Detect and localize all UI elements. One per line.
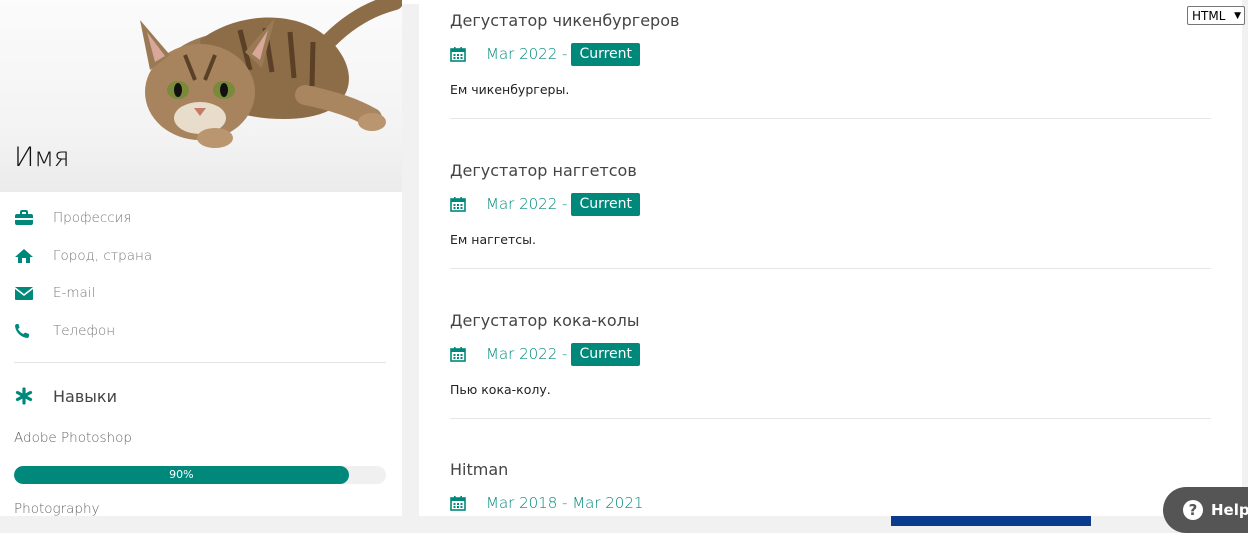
- job-title: Дегустатор кока-колы: [450, 311, 640, 330]
- format-select-value: HTML: [1192, 8, 1226, 23]
- experience-card: Дегустатор чикенбургеров Mar 2022 - Curr…: [419, 0, 1242, 516]
- job-description: Ем чикенбургеры.: [450, 82, 570, 97]
- job-dates: Mar 2018 - Mar 2021: [450, 491, 1211, 515]
- skills-title: Навыки: [53, 386, 117, 406]
- briefcase-icon: [14, 209, 38, 227]
- current-badge: Current: [571, 192, 641, 216]
- current-badge: Current: [571, 42, 641, 66]
- date-range: Mar 2022 -: [486, 45, 568, 63]
- calendar-icon: [450, 345, 472, 363]
- help-label: Help: [1211, 501, 1248, 519]
- info-location: Город, страна: [14, 245, 152, 267]
- email-label: E-mail: [53, 285, 96, 301]
- help-button[interactable]: ? Help: [1163, 487, 1248, 533]
- experience-entry: Дегустатор чикенбургеров Mar 2022 - Curr…: [450, 11, 1211, 119]
- profile-card: Имя Профессия Город, страна E-mail Телеф…: [0, 0, 402, 516]
- profile-photo: Имя: [0, 0, 402, 192]
- profile-name: Имя: [14, 142, 70, 173]
- job-divider: [450, 118, 1211, 119]
- job-description: Пью кока-колу.: [450, 382, 551, 397]
- experience-entry: Дегустатор наггетсов Mar 2022 - Current …: [450, 161, 1211, 269]
- format-select[interactable]: HTML ▼: [1187, 6, 1245, 25]
- page-right-gutter: [1242, 0, 1248, 516]
- job-title: Дегустатор наггетсов: [450, 161, 637, 180]
- info-phone: Телефон: [14, 320, 115, 342]
- info-email: E-mail: [14, 282, 95, 304]
- experience-entry: Hitman Mar 2018 - Mar 2021: [450, 460, 1211, 515]
- date-range: Mar 2022 -: [486, 345, 568, 363]
- job-title: Дегустатор чикенбургеров: [450, 11, 680, 30]
- date-range: Mar 2022 -: [486, 195, 568, 213]
- calendar-icon: [450, 45, 472, 63]
- experience-entry: Дегустатор кока-колы Mar 2022 - Current …: [450, 311, 1211, 419]
- left-divider: [14, 362, 386, 363]
- asterisk-icon: [14, 387, 38, 405]
- calendar-icon: [450, 494, 472, 512]
- chevron-down-icon: ▼: [1234, 10, 1241, 21]
- question-icon: ?: [1183, 500, 1203, 520]
- skill-name: Adobe Photoshop: [14, 430, 132, 446]
- skill-progress-bar: 90%: [14, 466, 386, 484]
- job-divider: [450, 268, 1211, 269]
- profession-label: Профессия: [53, 210, 132, 226]
- location-label: Город, страна: [53, 248, 153, 264]
- envelope-icon: [14, 284, 38, 302]
- date-range: Mar 2018 - Mar 2021: [486, 494, 644, 512]
- skill-name: Photography: [14, 501, 100, 516]
- phone-label: Телефон: [53, 323, 116, 339]
- skills-header: Навыки: [14, 384, 117, 408]
- job-dates: Mar 2022 - Current: [450, 42, 1211, 66]
- home-icon: [14, 247, 38, 265]
- job-title: Hitman: [450, 460, 509, 479]
- calendar-icon: [450, 195, 472, 213]
- job-description: Ем наггетсы.: [450, 232, 536, 247]
- job-dates: Mar 2022 - Current: [450, 342, 1211, 366]
- job-divider: [450, 418, 1211, 419]
- bottom-banner[interactable]: [891, 516, 1091, 526]
- info-profession: Профессия: [14, 207, 132, 229]
- phone-icon: [14, 322, 38, 340]
- job-dates: Mar 2022 - Current: [450, 192, 1211, 216]
- current-badge: Current: [571, 342, 641, 366]
- skill-progress-fill: 90%: [14, 466, 349, 484]
